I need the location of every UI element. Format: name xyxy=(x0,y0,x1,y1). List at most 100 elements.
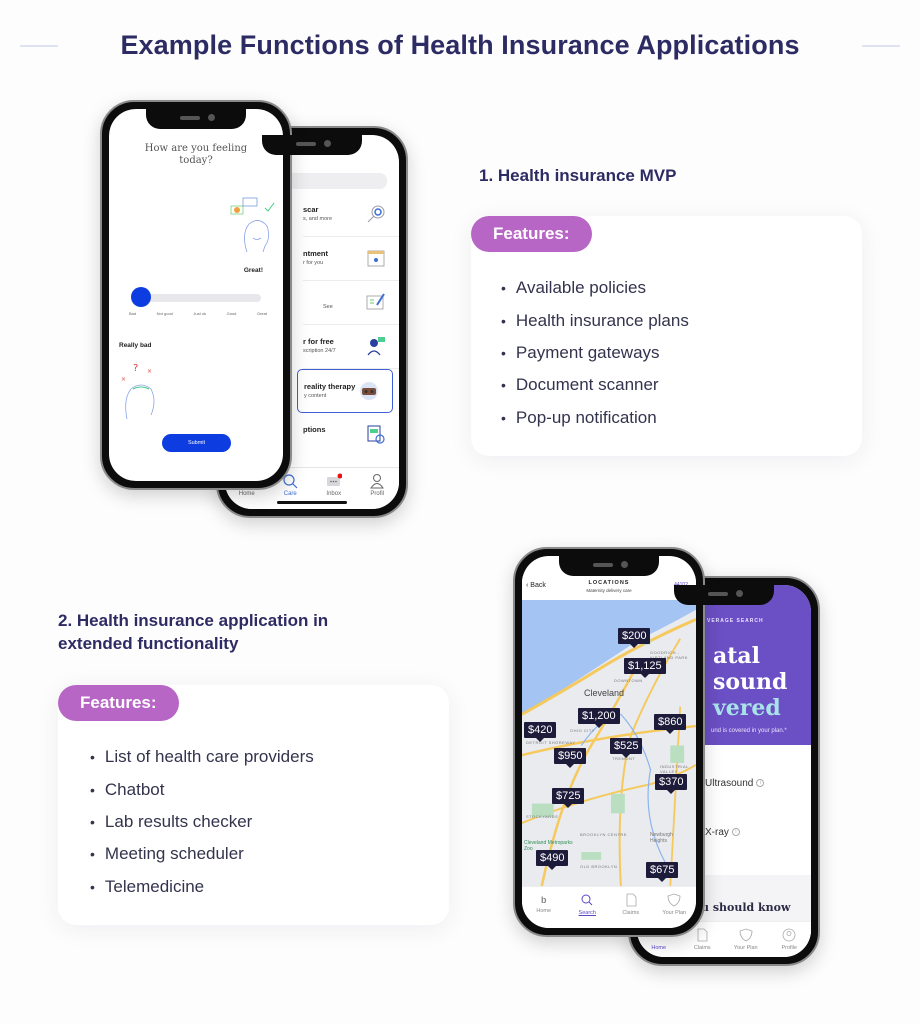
coverage-item-ultrasound[interactable]: Ultrasound i xyxy=(705,778,765,789)
feature-item: Chatbot xyxy=(90,773,314,805)
info-icon[interactable]: i xyxy=(756,779,765,788)
section1-heading: 1. Health insurance MVP xyxy=(479,166,677,185)
care-row-prescriptions[interactable]: ptions xyxy=(303,413,399,457)
great-label: Great! xyxy=(243,267,263,274)
map-header: ‹ Back LOCATIONS Maternity delivery care… xyxy=(522,576,696,600)
price-marker[interactable]: $860 xyxy=(654,714,687,734)
feature-item: Telemedicine xyxy=(90,871,314,903)
row-title: ptions xyxy=(303,425,326,434)
tab-profile[interactable]: Profil xyxy=(356,468,400,509)
heading-line: extended functionality xyxy=(58,634,239,653)
city-label: Cleveland xyxy=(584,688,625,698)
map-label: DOWNTOWN xyxy=(614,678,643,683)
prescription-icon xyxy=(367,425,385,444)
happy-face-illustration xyxy=(230,197,275,253)
document-icon xyxy=(626,893,637,907)
home-logo-icon: b xyxy=(541,895,547,905)
title-divider-left xyxy=(20,45,58,47)
row-subtitle: s, and more xyxy=(303,216,333,222)
info-icon[interactable]: i xyxy=(731,828,740,837)
price-marker[interactable]: $675 xyxy=(646,862,679,882)
profile-icon xyxy=(370,474,385,489)
provider-map[interactable]: Cleveland GOODRICH - KIRTLAND PARK DOWNT… xyxy=(522,600,696,886)
vr-headset-icon xyxy=(360,382,378,400)
know-heading: u should know xyxy=(701,901,791,914)
tab-label: Home xyxy=(536,908,552,914)
confused-face-illustration: ? × × xyxy=(121,363,155,420)
row-title: ntment xyxy=(303,249,328,258)
slider-label: Great xyxy=(256,311,267,316)
care-row-notes[interactable]: See xyxy=(303,281,399,325)
title-divider-right xyxy=(862,45,900,47)
tab-label: Profile xyxy=(781,945,798,951)
tab-label: Your Plan xyxy=(662,910,687,916)
mvp-front-phone: How are you feeling today? Great! Bad No… xyxy=(100,100,292,490)
price-marker[interactable]: $950 xyxy=(554,748,587,768)
locations-subtitle: Maternity delivery care xyxy=(586,588,632,593)
inbox-chat-icon xyxy=(326,473,342,486)
profile-icon xyxy=(782,928,796,942)
care-row-telemed[interactable]: r for free scription 24/7 xyxy=(303,325,399,369)
locations-title: LOCATIONS xyxy=(588,580,630,586)
price-marker[interactable]: $1,200 xyxy=(578,708,620,728)
mood-slider-track[interactable] xyxy=(137,294,261,302)
heading-line: 2. Health insurance application in xyxy=(58,611,329,630)
submit-button[interactable]: Submit xyxy=(162,434,231,452)
feeling-question: How are you feeling today? xyxy=(109,143,283,167)
row-subtitle: y content xyxy=(304,393,327,399)
tab-home[interactable]: b Home xyxy=(522,887,566,928)
tab-label: Inbox xyxy=(326,491,342,497)
price-marker[interactable]: $725 xyxy=(552,788,585,808)
care-row-appointment[interactable]: ntment r for you xyxy=(303,237,399,281)
tab-your-plan[interactable]: Your Plan xyxy=(653,887,697,928)
tab-label: Your Plan xyxy=(733,945,758,951)
slider-label: Bad xyxy=(129,311,137,316)
feature-item: List of health care providers xyxy=(90,741,314,773)
feature-item: Meeting scheduler xyxy=(90,838,314,870)
shield-icon xyxy=(739,928,753,942)
price-marker[interactable]: $490 xyxy=(536,850,569,870)
doctor-chat-icon xyxy=(367,337,385,356)
tab-label: Home xyxy=(651,945,667,951)
tab-claims[interactable]: Claims xyxy=(609,887,653,928)
tab-search[interactable]: Search xyxy=(566,887,610,928)
map-label: DETROIT SHOREWAY xyxy=(526,740,576,745)
question-line: today? xyxy=(179,155,213,166)
section2-heading: 2. Health insurance application in exten… xyxy=(58,609,328,655)
care-list: scar s, and more ntment r for you See r … xyxy=(297,193,399,493)
coverage-item-xray[interactable]: X-ray i xyxy=(705,827,740,838)
price-marker[interactable]: $200 xyxy=(618,628,651,648)
row-title: reality therapy xyxy=(304,382,356,391)
row-subtitle: See xyxy=(323,304,333,310)
care-row-vr-therapy[interactable]: reality therapy y content xyxy=(297,369,393,413)
feature-item: Pop-up notification xyxy=(501,402,689,434)
tab-label: Home xyxy=(238,491,255,497)
slider-labels: Bad Not good Just ok Good Great xyxy=(129,311,267,316)
phone-notch xyxy=(262,135,362,155)
shield-icon xyxy=(667,893,681,907)
tab-label: Care xyxy=(283,491,297,497)
question-line: How are you feeling xyxy=(144,143,248,154)
map-label: OHIO CITY xyxy=(570,728,595,733)
tab-your-plan[interactable]: Your Plan xyxy=(724,922,768,957)
price-marker[interactable]: $370 xyxy=(655,774,688,794)
row-title: r for free xyxy=(303,337,334,346)
care-row-find-doctor[interactable]: scar s, and more xyxy=(303,193,399,237)
feature-item: Available policies xyxy=(501,272,689,304)
map-label: Newburgh Heights xyxy=(650,832,673,844)
tab-profile[interactable]: Profile xyxy=(768,922,812,957)
section2-feature-list: List of health care providers Chatbot La… xyxy=(90,741,314,903)
item-label: X-ray xyxy=(705,827,729,838)
document-icon xyxy=(697,928,708,942)
row-subtitle: r for you xyxy=(303,260,324,266)
section1-features-card: Features: Available policies Health insu… xyxy=(471,216,862,456)
price-marker[interactable]: $1,125 xyxy=(624,658,666,678)
mood-slider-thumb[interactable] xyxy=(131,287,151,307)
features-pill: Features: xyxy=(58,685,179,721)
phone-notch xyxy=(559,556,659,576)
features-pill: Features: xyxy=(471,216,592,252)
price-marker[interactable]: $525 xyxy=(610,738,643,758)
map-label: OLD BROOKLYN xyxy=(580,864,618,869)
magnifier-icon xyxy=(367,205,385,223)
price-marker[interactable]: $420 xyxy=(524,722,557,742)
